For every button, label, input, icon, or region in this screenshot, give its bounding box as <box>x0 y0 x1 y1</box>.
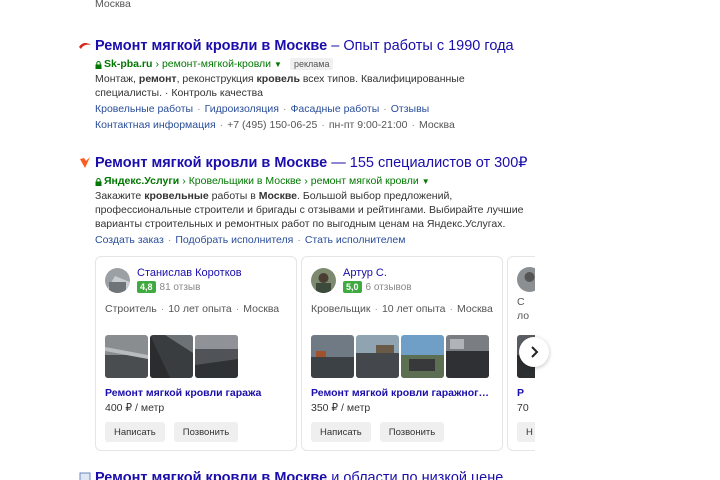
lock-icon <box>95 177 102 186</box>
search-result-2: Ремонт мягкой кровли в Москве — 155 спец… <box>78 153 538 248</box>
avatar <box>311 267 336 293</box>
url-domain[interactable]: Яндекс.Услуги <box>104 175 179 187</box>
contractor-card[interactable]: Артур С. 5,0 6 отзывов Кровельщик · 10 лет… <box>301 256 503 451</box>
contractor-carousel: Станислав Коротков 4,8 81 отзыв Строител… <box>95 256 535 451</box>
url-domain[interactable]: Sk-pba.ru <box>104 58 152 70</box>
rating-badge: 5,0 <box>343 281 362 293</box>
url-path[interactable]: ремонт-мягкой-кровли <box>162 58 271 70</box>
chevron-right-icon[interactable] <box>519 337 549 367</box>
caret-down-icon[interactable]: ▼ <box>274 60 282 69</box>
contact-info-link[interactable]: Контактная информация <box>95 119 216 131</box>
contact-city: Москва <box>418 119 455 131</box>
result-1-contacts: Контактная информация · +7 (495) 150-06-25… <box>95 119 455 131</box>
service-title[interactable]: Р <box>517 387 535 399</box>
document-icon <box>78 471 92 480</box>
red-swoosh-icon <box>78 39 92 53</box>
result-1-sitelinks: Кровельные работы · Гидроизоляция · Фасадные… <box>95 103 430 115</box>
working-hours: пн-пт 9:00-21:00 <box>328 119 408 131</box>
url-separator: › <box>304 175 308 187</box>
result-2-title-link[interactable]: Ремонт мягкой кровли в Москве — 155 спец… <box>95 155 528 171</box>
avatar <box>517 267 535 292</box>
sitelink-reviews[interactable]: Отзывы <box>391 103 429 115</box>
result-2-description: Закажите кровельные работы в Москве. Бол… <box>95 190 524 230</box>
search-result-3: Ремонт мягкой кровли в Москве и области … <box>78 468 538 480</box>
service-title[interactable]: Ремонт мягкой кровли гаража <box>105 387 291 399</box>
work-photos <box>105 335 238 378</box>
result-2-links: Создать заказ · Подобрать исполнителя · Стат… <box>95 234 406 246</box>
contractor-name[interactable]: Станислав Коротков <box>137 267 242 279</box>
find-contractor-link[interactable]: Подобрать исполнителя <box>175 234 293 246</box>
avatar <box>105 267 130 293</box>
call-button[interactable]: Позвонить <box>379 422 445 442</box>
url-separator: › <box>182 175 186 187</box>
yandex-services-icon <box>78 156 92 170</box>
contractor-name[interactable]: Артур С. <box>343 267 412 279</box>
url-path-roofers[interactable]: Кровельщики в Москве <box>189 175 302 187</box>
call-button[interactable]: Позвонить <box>173 422 239 442</box>
lock-icon <box>95 60 102 69</box>
become-contractor-link[interactable]: Стать исполнителем <box>305 234 406 246</box>
result-1-description: Монтаж, ремонт, реконструкция кровель вс… <box>95 73 465 99</box>
url-separator: › <box>155 58 159 70</box>
write-button[interactable]: Написать <box>311 422 371 442</box>
search-result-1: Ремонт мягкой кровли в Москве – Опыт раб… <box>78 36 538 133</box>
previous-result-fragment: Москва <box>95 0 131 10</box>
contractor-meta: Кровельщик · 10 лет опыта · Москва <box>311 303 493 315</box>
work-photo[interactable] <box>401 335 444 378</box>
sitelink-waterproofing[interactable]: Гидроизоляция <box>205 103 279 115</box>
service-title[interactable]: Ремонт мягкой кровли гаражног… <box>311 387 497 399</box>
review-count[interactable]: 6 отзывов <box>366 282 412 293</box>
create-order-link[interactable]: Создать заказ <box>95 234 164 246</box>
contractor-meta: Сло <box>517 296 530 322</box>
review-count[interactable]: 81 отзыв <box>160 282 201 293</box>
work-photo[interactable] <box>446 335 489 378</box>
result-3-title-link[interactable]: Ремонт мягкой кровли в Москве и области … <box>95 470 503 480</box>
work-photo[interactable] <box>195 335 238 378</box>
write-button[interactable]: Н <box>517 422 535 442</box>
service-price: 70 <box>517 402 529 414</box>
contractor-card[interactable]: Станислав Коротков 4,8 81 отзыв Строител… <box>95 256 297 451</box>
result-2-url[interactable]: Яндекс.Услуги › Кровельщики в Москве › р… <box>95 173 538 189</box>
ad-badge: реклама <box>289 58 334 70</box>
sitelink-roofing[interactable]: Кровельные работы <box>95 103 193 115</box>
sitelink-facade[interactable]: Фасадные работы <box>290 103 379 115</box>
result-1-title-link[interactable]: Ремонт мягкой кровли в Москве – Опыт раб… <box>95 38 514 54</box>
url-path-repair[interactable]: ремонт мягкой кровли <box>311 175 419 187</box>
service-price: 400 ₽ / метр <box>105 402 165 414</box>
work-photo[interactable] <box>311 335 354 378</box>
service-price: 350 ₽ / метр <box>311 402 371 414</box>
work-photos <box>311 335 489 378</box>
work-photo[interactable] <box>105 335 148 378</box>
rating-badge: 4,8 <box>137 281 156 293</box>
work-photo[interactable] <box>356 335 399 378</box>
contractor-meta: Строитель · 10 лет опыта · Москва <box>105 303 280 315</box>
phone-number[interactable]: +7 (495) 150-06-25 <box>227 119 317 131</box>
write-button[interactable]: Написать <box>105 422 165 442</box>
result-1-url[interactable]: Sk-pba.ru › ремонт-мягкой-кровли ▼ рекла… <box>95 56 538 72</box>
caret-down-icon[interactable]: ▼ <box>422 177 430 186</box>
work-photo[interactable] <box>150 335 193 378</box>
